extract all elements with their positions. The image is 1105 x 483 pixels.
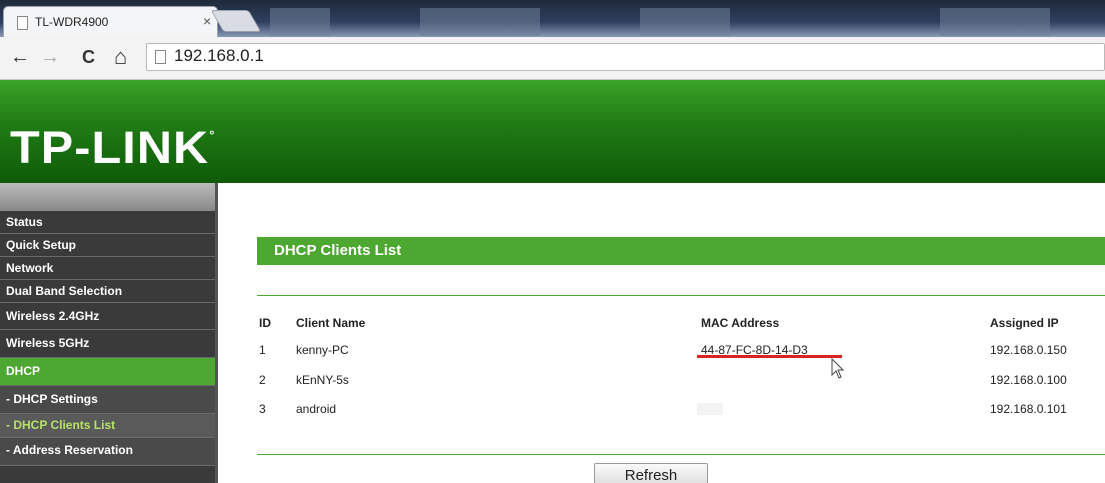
sidebar-item-wireless-5ghz[interactable]: Wireless 5GHz <box>0 330 215 358</box>
sidebar-item-quick-setup[interactable]: Quick Setup <box>0 234 215 257</box>
page-title: DHCP Clients List <box>274 242 402 259</box>
sidebar-item-network[interactable]: Network <box>0 257 215 280</box>
table-cell-client-name: kenny-PC <box>296 343 349 357</box>
sidebar-item-status[interactable]: Status <box>0 211 215 234</box>
table-cell-assigned-ip: 192.168.0.101 <box>990 402 1067 416</box>
sidebar-item-dual-band-selection[interactable]: Dual Band Selection <box>0 280 215 303</box>
column-header-client-name: Client Name <box>296 316 366 330</box>
home-icon[interactable]: ⌂ <box>114 45 127 69</box>
address-bar[interactable]: 192.168.0.1 <box>146 43 1105 71</box>
new-tab-button[interactable] <box>210 10 262 32</box>
page-icon <box>17 16 28 30</box>
table-cell-id: 3 <box>259 402 266 416</box>
sidebar-item-wireless-2-4ghz[interactable]: Wireless 2.4GHz <box>0 303 215 330</box>
page-icon <box>155 50 166 64</box>
browser-tabstrip: TL-WDR4900 × <box>0 0 1105 37</box>
table-cell-client-name: kEnNY-5s <box>296 373 349 387</box>
main-content: DHCP Clients List ID Client Name MAC Add… <box>221 183 1105 483</box>
tabstrip-decoration <box>270 8 330 36</box>
table-cell-assigned-ip: 192.168.0.100 <box>990 373 1067 387</box>
column-header-assigned-ip: Assigned IP <box>990 316 1059 330</box>
back-icon[interactable]: ← <box>10 45 30 69</box>
router-header: TP-LINK° <box>0 80 1105 183</box>
sidebar-item-dhcp-settings[interactable]: - DHCP Settings <box>0 386 215 414</box>
column-header-mac-address: MAC Address <box>701 316 780 330</box>
tab-title: TL-WDR4900 <box>35 15 109 29</box>
reload-icon[interactable]: C <box>82 45 95 69</box>
divider <box>257 295 1105 296</box>
tabstrip-decoration <box>420 8 540 36</box>
tabstrip-decoration <box>940 8 1050 36</box>
sidebar-header <box>0 183 215 211</box>
redaction-mask <box>697 403 723 415</box>
refresh-button[interactable]: Refresh <box>594 463 708 483</box>
forward-icon[interactable]: → <box>40 45 60 69</box>
section-title-bar: DHCP Clients List <box>257 237 1105 265</box>
divider <box>257 454 1105 455</box>
browser-toolbar: ← → C ⌂ 192.168.0.1 <box>0 37 1105 80</box>
tp-link-logo: TP-LINK° <box>10 122 216 173</box>
sidebar-item-dhcp-clients-list[interactable]: - DHCP Clients List <box>0 414 215 438</box>
highlight-underline <box>697 355 842 358</box>
column-header-id: ID <box>259 316 271 330</box>
table-cell-client-name: android <box>296 402 337 416</box>
table-cell-assigned-ip: 192.168.0.150 <box>990 343 1067 357</box>
close-icon[interactable]: × <box>203 13 211 29</box>
table-cell-id: 1 <box>259 343 266 357</box>
sidebar-menu: Status Quick Setup Network Dual Band Sel… <box>0 183 218 483</box>
tabstrip-decoration <box>640 8 730 36</box>
sidebar-item-dhcp[interactable]: DHCP <box>0 358 215 386</box>
table-cell-id: 2 <box>259 373 266 387</box>
mouse-cursor-icon <box>831 358 845 379</box>
sidebar-item-address-reservation[interactable]: - Address Reservation <box>0 438 215 466</box>
browser-tab[interactable]: TL-WDR4900 × <box>3 6 218 37</box>
url-text: 192.168.0.1 <box>174 46 264 65</box>
